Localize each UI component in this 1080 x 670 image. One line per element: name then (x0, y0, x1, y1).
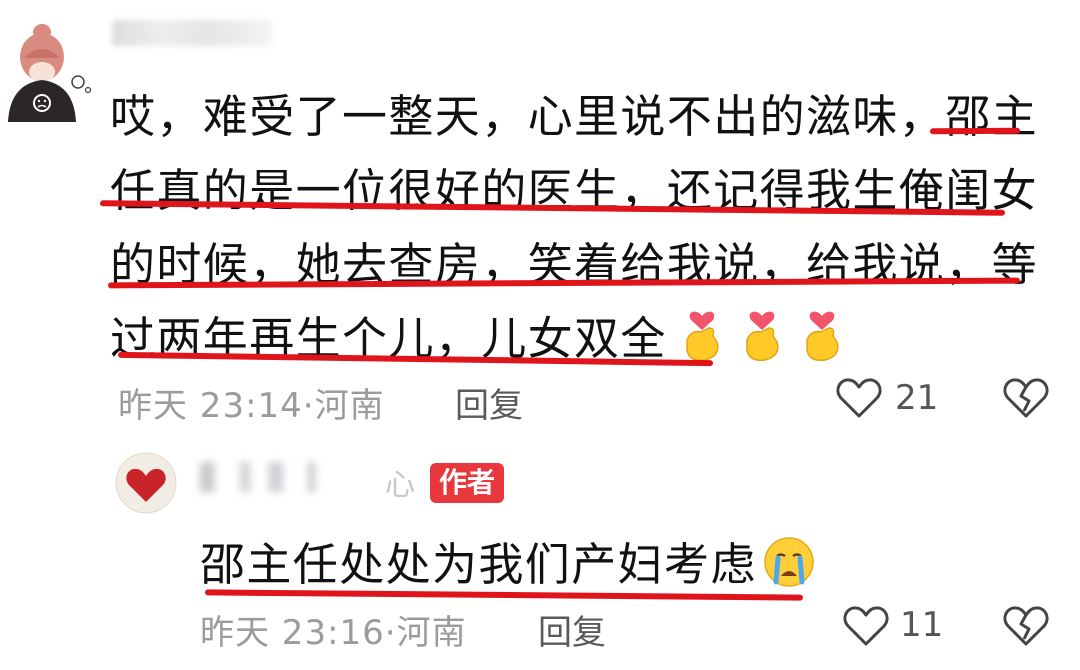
meta-separator: · (302, 386, 315, 426)
comment-meta: 昨天 23:14·河南 (118, 378, 385, 427)
girl-avatar-icon (8, 24, 92, 122)
user-avatar[interactable] (4, 10, 100, 122)
reply-meta: 昨天 23:16·河南 (200, 605, 467, 654)
broken-heart-icon (1003, 378, 1049, 418)
reply-location: 河南 (396, 613, 467, 653)
username-blurred[interactable] (112, 20, 272, 46)
reply-dislike-button[interactable] (1002, 604, 1050, 648)
like-button[interactable] (835, 376, 883, 420)
comment-time: 昨天 23:14 (118, 386, 303, 426)
heart-avatar-icon (115, 452, 177, 514)
finger-heart-emoji (737, 306, 787, 364)
reply-text-body: 邵主任处处为我们产妇考虑 (200, 538, 757, 591)
finger-heart-emoji (677, 306, 727, 364)
comment-location: 河南 (314, 386, 385, 426)
reply-reply-button[interactable]: 回复 (538, 605, 606, 654)
reply-text: 邵主任处处为我们产妇考虑 (200, 528, 815, 593)
heart-outline-icon (843, 606, 889, 646)
reply-username-tail: 心 (385, 468, 415, 503)
crying-face-emoji (763, 536, 815, 588)
highlight-underline (929, 127, 1021, 135)
reply-username-blurred[interactable] (200, 462, 380, 492)
dislike-button[interactable] (1002, 376, 1050, 420)
like-count: 21 (895, 378, 939, 418)
comment-text: 哎，难受了一整天，心里说不出的滋味，邵主 任真的是一位很好的医生，还记得我生俺闺… (110, 80, 1040, 376)
reply-like-count: 11 (900, 605, 944, 645)
finger-heart-emoji (797, 306, 847, 364)
author-badge: 作者 (430, 463, 505, 503)
meta-separator: · (384, 613, 397, 653)
comment-line-1: 哎，难受了一整天，心里说不出的滋味，邵主 (110, 90, 1039, 143)
reply-avatar[interactable] (115, 452, 177, 514)
reply-time: 昨天 23:16 (200, 613, 385, 653)
reply-like-button[interactable] (842, 604, 890, 648)
heart-outline-icon (836, 378, 882, 418)
reply-button[interactable]: 回复 (455, 378, 523, 427)
broken-heart-icon (1003, 606, 1049, 646)
